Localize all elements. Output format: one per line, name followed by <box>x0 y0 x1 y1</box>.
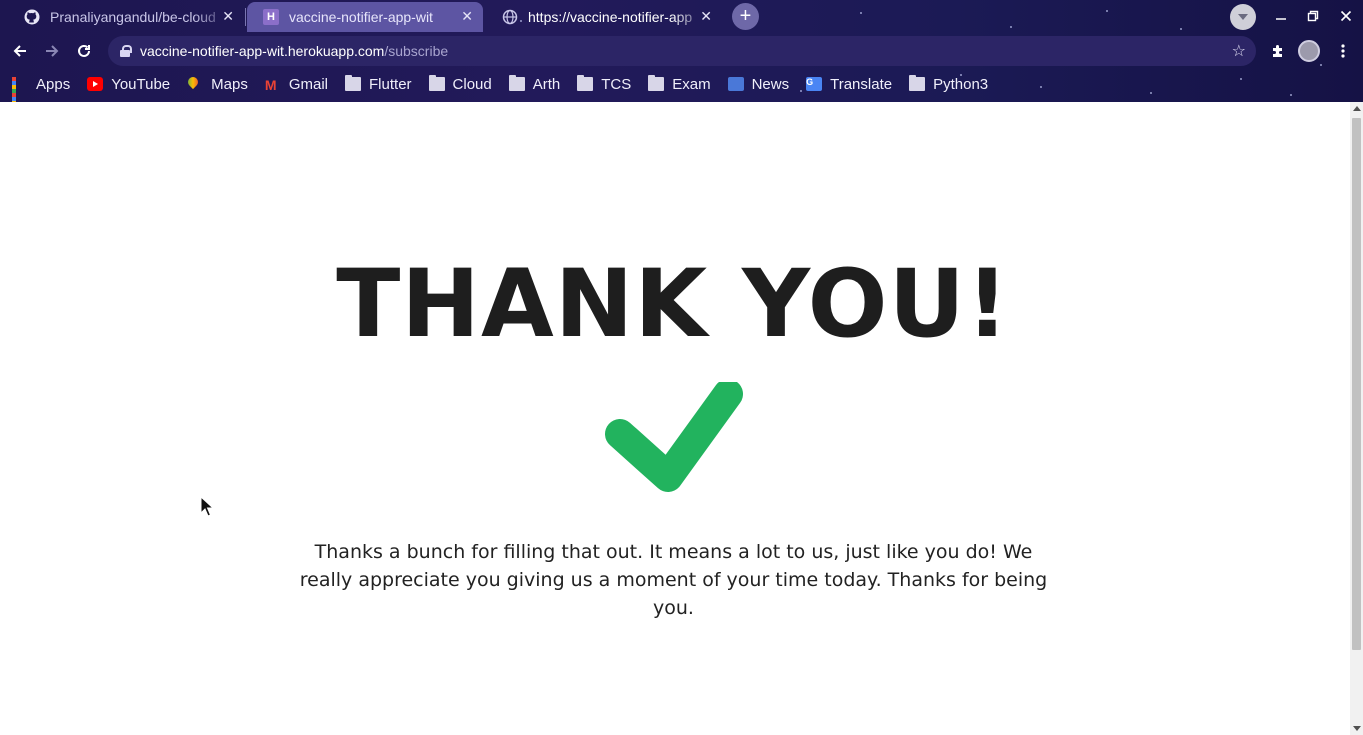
bookmark-youtube[interactable]: YouTube <box>87 76 170 93</box>
tab-title: vaccine-notifier-app-wit <box>289 9 433 25</box>
folder-icon <box>428 75 445 91</box>
reload-icon[interactable] <box>70 37 98 65</box>
bookmark-arth[interactable]: Arth <box>508 75 561 93</box>
scroll-down-arrow-icon[interactable] <box>1353 726 1361 731</box>
bookmark-python3[interactable]: Python3 <box>909 75 989 93</box>
bookmark-label: Flutter <box>369 75 412 93</box>
url-host: vaccine-notifier-app-wit.herokuapp.com <box>140 43 385 59</box>
profile-avatar[interactable] <box>1298 40 1320 62</box>
google-translate-icon: G <box>806 77 823 91</box>
bookmark-label: News <box>751 75 790 93</box>
bookmark-cloud[interactable]: Cloud <box>428 75 492 93</box>
gmail-icon: M <box>264 77 277 93</box>
folder-icon <box>508 75 525 91</box>
bookmark-label: Exam <box>672 75 711 93</box>
mouse-cursor-icon <box>200 496 214 517</box>
tab-title: Pranaliyangandul/be-cloud <box>50 9 216 25</box>
bookmark-label: TCS <box>601 75 632 93</box>
bookmark-label: YouTube <box>111 75 171 93</box>
new-tab-button[interactable]: + <box>732 3 759 30</box>
folder-icon <box>577 75 594 91</box>
folder-icon <box>345 75 362 91</box>
address-bar[interactable]: vaccine-notifier-app-wit.herokuapp.com /… <box>108 36 1256 66</box>
maps-icon <box>187 77 203 91</box>
google-news-icon <box>727 77 744 91</box>
close-window-icon[interactable] <box>1330 0 1362 32</box>
bookmark-tcs[interactable]: TCS <box>577 75 632 93</box>
bookmark-label: Maps <box>211 75 248 93</box>
tab-title: https://vaccine-notifier-app <box>528 9 693 25</box>
forward-icon[interactable] <box>38 37 66 65</box>
heroku-icon: H <box>263 9 279 25</box>
browser-window: Pranaliyangandul/be-cloud ✕ H vaccine-no… <box>0 0 1363 735</box>
url-path: /subscribe <box>384 43 449 59</box>
tab-strip: Pranaliyangandul/be-cloud ✕ H vaccine-no… <box>0 0 1363 34</box>
bookmark-star-icon[interactable]: ☆ <box>1232 41 1246 61</box>
tab-search-icon[interactable] <box>1230 4 1256 30</box>
browser-toolbar: vaccine-notifier-app-wit.herokuapp.com /… <box>0 34 1363 68</box>
page-viewport: THANK YOU! Thanks a bunch for filling th… <box>0 102 1350 735</box>
extensions-puzzle-icon[interactable] <box>1264 37 1292 65</box>
tab-separator <box>245 8 246 26</box>
scrollbar-thumb[interactable] <box>1352 118 1361 650</box>
tab-close-icon[interactable]: ✕ <box>700 8 712 25</box>
bookmark-label: Apps <box>36 75 71 93</box>
browser-chrome: Pranaliyangandul/be-cloud ✕ H vaccine-no… <box>0 0 1363 102</box>
bookmarks-bar: Apps YouTube Maps M Gmail Flutter Cloud <box>0 68 1363 102</box>
tab-heroku[interactable]: H vaccine-notifier-app-wit ✕ <box>247 2 483 32</box>
bookmark-flutter[interactable]: Flutter <box>345 75 412 93</box>
folder-icon <box>648 75 665 91</box>
bookmark-label: Gmail <box>288 75 329 93</box>
bookmark-translate[interactable]: G Translate <box>806 76 892 93</box>
minimize-icon[interactable] <box>1265 0 1297 32</box>
tab-close-icon[interactable]: ✕ <box>222 8 234 25</box>
folder-icon <box>909 75 926 91</box>
tab-close-icon[interactable]: ✕ <box>461 8 473 25</box>
scroll-up-arrow-icon[interactable] <box>1353 106 1361 111</box>
bookmark-exam[interactable]: Exam <box>648 75 711 93</box>
bookmark-label: Arth <box>532 75 561 93</box>
back-icon[interactable] <box>6 37 34 65</box>
bookmark-label: Translate <box>830 75 893 93</box>
thank-you-message: Thanks a bunch for filling that out. It … <box>299 541 1048 619</box>
apps-grid-icon <box>12 77 28 102</box>
github-icon <box>24 9 40 25</box>
menu-kebab-icon[interactable] <box>1329 37 1357 65</box>
bookmark-label: Python3 <box>933 75 989 93</box>
bookmark-label: Cloud <box>452 75 492 93</box>
page-scrollbar[interactable] <box>1350 102 1363 735</box>
bookmark-gmail[interactable]: M Gmail <box>264 75 329 94</box>
page-title: THANK YOU! <box>336 250 1010 359</box>
bookmark-maps[interactable]: Maps <box>187 76 248 93</box>
checkmark-icon <box>600 379 746 494</box>
tab-active-subscribe[interactable]: https://vaccine-notifier-app ✕ <box>486 2 722 32</box>
bookmark-news[interactable]: News <box>727 75 790 93</box>
tab-github[interactable]: Pranaliyangandul/be-cloud ✕ <box>8 2 244 32</box>
youtube-icon <box>87 77 104 91</box>
lock-icon <box>120 45 132 57</box>
globe-icon <box>502 9 518 25</box>
restore-icon[interactable] <box>1297 0 1329 32</box>
bookmark-apps[interactable]: Apps <box>12 75 71 102</box>
